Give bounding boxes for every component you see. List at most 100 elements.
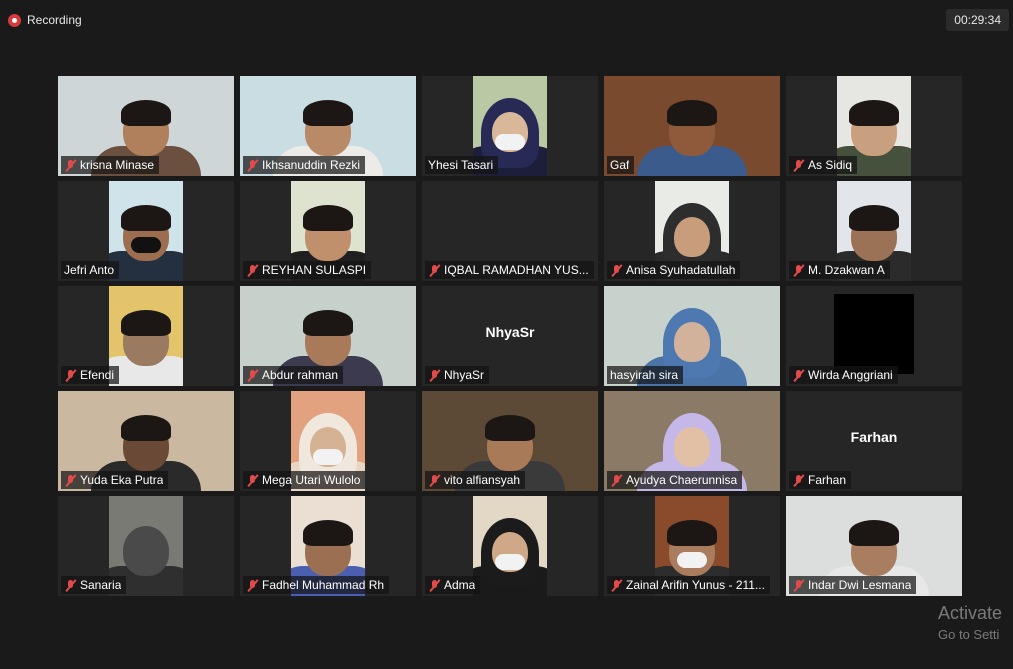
participant-name: Gaf <box>610 158 630 172</box>
participant-name: Farhan <box>808 473 847 487</box>
participant-nameplate: Sanaria <box>61 576 127 594</box>
mic-muted-icon <box>428 369 441 382</box>
participant-tile[interactable]: Adma <box>422 496 598 596</box>
participant-name: NhyaSr <box>444 368 485 382</box>
participant-tile[interactable]: Indar Dwi Lesmana <box>786 496 962 596</box>
participant-tile[interactable]: Ayudya Chaerunnisa <box>604 391 780 491</box>
participant-nameplate: Efendi <box>61 366 120 384</box>
face-mask <box>495 134 525 150</box>
mic-muted-icon <box>792 474 805 487</box>
participant-hair <box>121 310 171 336</box>
face-mask <box>313 449 343 465</box>
participant-video <box>109 286 183 386</box>
participant-tile[interactable]: IQBAL RAMADHAN YUS... <box>422 181 598 281</box>
gallery-grid: krisna Minase Ikhsanuddin Rezki Yhesi Tasa… <box>58 76 962 596</box>
participant-hair <box>303 310 353 336</box>
participant-name: vito alfiansyah <box>444 473 521 487</box>
participant-tile[interactable]: hasyirah sira <box>604 286 780 386</box>
participant-name: Ayudya Chaerunnisa <box>626 473 738 487</box>
participant-name: Fadhel Muhammad Rh <box>262 578 385 592</box>
participant-nameplate: Wirda Anggriani <box>789 366 898 384</box>
participant-tile[interactable]: Abdur rahman <box>240 286 416 386</box>
participant-nameplate: vito alfiansyah <box>425 471 526 489</box>
participant-tile[interactable]: M. Dzakwan A <box>786 181 962 281</box>
mic-muted-icon <box>610 474 623 487</box>
participant-tile[interactable]: Efendi <box>58 286 234 386</box>
participant-tile[interactable]: vito alfiansyah <box>422 391 598 491</box>
mic-muted-icon <box>792 264 805 277</box>
mic-muted-icon <box>246 264 259 277</box>
participant-tile[interactable]: As Sidiq <box>786 76 962 176</box>
participant-nameplate: Gaf <box>607 156 635 174</box>
participant-tile[interactable]: Sanaria <box>58 496 234 596</box>
mic-muted-icon <box>428 579 441 592</box>
participant-face <box>674 322 710 362</box>
participant-tile[interactable]: Anisa Syuhadatullah <box>604 181 780 281</box>
participant-nameplate: M. Dzakwan A <box>789 261 890 279</box>
participant-tile[interactable]: NhyaSr NhyaSr <box>422 286 598 386</box>
participant-hair <box>667 520 717 546</box>
participant-tile[interactable]: krisna Minase <box>58 76 234 176</box>
participant-nameplate: NhyaSr <box>425 366 490 384</box>
participant-tile[interactable]: Gaf <box>604 76 780 176</box>
participant-hair <box>121 415 171 441</box>
participant-name: hasyirah sira <box>610 368 679 382</box>
participant-tile[interactable]: Fadhel Muhammad Rh <box>240 496 416 596</box>
participant-nameplate: Abdur rahman <box>243 366 344 384</box>
mic-muted-icon <box>64 369 77 382</box>
participant-name: REYHAN SULASPI <box>262 263 367 277</box>
participant-name: Indar Dwi Lesmana <box>808 578 912 592</box>
participant-video <box>109 181 183 281</box>
mic-muted-icon <box>64 159 77 172</box>
participant-name: Wirda Anggriani <box>808 368 893 382</box>
participant-tile[interactable]: Mega Utari Wulolo <box>240 391 416 491</box>
participant-nameplate: Ayudya Chaerunnisa <box>607 471 743 489</box>
participant-nameplate: Anisa Syuhadatullah <box>607 261 741 279</box>
participant-tile[interactable]: Jefri Anto <box>58 181 234 281</box>
face-mask <box>131 237 161 253</box>
participant-nameplate: Mega Utari Wulolo <box>243 471 366 489</box>
participant-nameplate: Jefri Anto <box>61 261 120 279</box>
participant-tile[interactable]: REYHAN SULASPI <box>240 181 416 281</box>
mic-muted-icon <box>792 579 805 592</box>
mic-muted-icon <box>610 579 623 592</box>
mic-muted-icon <box>428 474 441 487</box>
participant-tile[interactable]: Wirda Anggriani <box>786 286 962 386</box>
participant-display-name: Farhan <box>850 429 898 445</box>
participant-name: Ikhsanuddin Rezki <box>262 158 361 172</box>
participant-hair <box>303 205 353 231</box>
face-mask <box>677 552 707 568</box>
mic-muted-icon <box>64 579 77 592</box>
participant-tile[interactable]: Yuda Eka Putra <box>58 391 234 491</box>
participant-name: Sanaria <box>80 578 122 592</box>
recording-indicator[interactable]: Recording <box>8 9 82 31</box>
participant-video <box>473 496 547 596</box>
mic-muted-icon <box>792 369 805 382</box>
participant-nameplate: Adma <box>425 576 481 594</box>
participant-name: Zainal Arifin Yunus - 211... <box>626 578 765 592</box>
mic-muted-icon <box>610 264 623 277</box>
participant-nameplate: Ikhsanuddin Rezki <box>243 156 366 174</box>
participant-name: Yhesi Tasari <box>428 158 494 172</box>
participant-hair <box>303 100 353 126</box>
participant-tile[interactable]: Yhesi Tasari <box>422 76 598 176</box>
participant-face <box>674 427 710 467</box>
participant-name: Abdur rahman <box>262 368 339 382</box>
mic-muted-icon <box>246 369 259 382</box>
participant-tile[interactable]: Farhan Farhan <box>786 391 962 491</box>
mic-muted-icon <box>246 579 259 592</box>
record-icon <box>8 13 21 27</box>
participant-tile[interactable]: Ikhsanuddin Rezki <box>240 76 416 176</box>
mic-muted-icon <box>246 474 259 487</box>
participant-name: Adma <box>444 578 476 592</box>
participant-face <box>123 526 169 576</box>
watermark-title: Activate <box>938 603 1003 623</box>
participant-nameplate: IQBAL RAMADHAN YUS... <box>425 261 594 279</box>
participant-name: Jefri Anto <box>64 263 115 277</box>
participant-hair <box>849 205 899 231</box>
participant-face <box>674 217 710 257</box>
participant-nameplate: Zainal Arifin Yunus - 211... <box>607 576 770 594</box>
participant-tile[interactable]: Zainal Arifin Yunus - 211... <box>604 496 780 596</box>
participant-nameplate: REYHAN SULASPI <box>243 261 372 279</box>
watermark-subtitle: Go to Setti <box>938 627 1000 642</box>
